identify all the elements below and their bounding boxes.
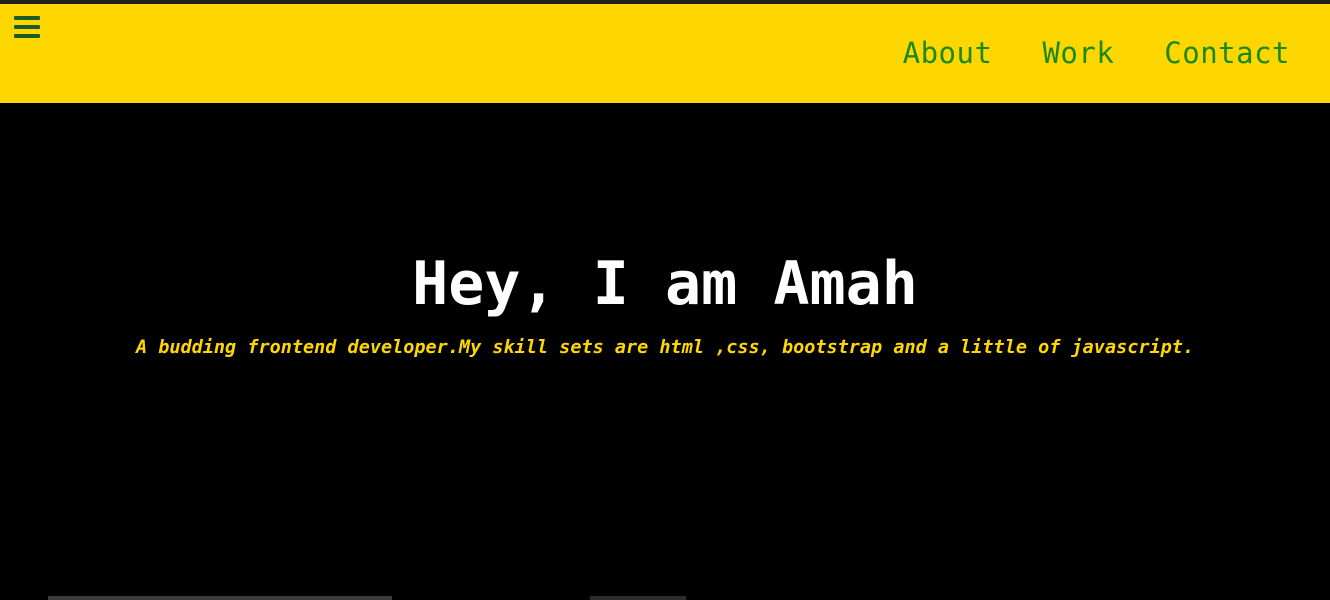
nav-link-work[interactable]: Work bbox=[1042, 36, 1114, 70]
nav-link-about[interactable]: About bbox=[903, 36, 993, 70]
hero-subtitle: A budding frontend developer.My skill se… bbox=[135, 337, 1195, 358]
hamburger-bar bbox=[14, 25, 40, 29]
nav-link-contact[interactable]: Contact bbox=[1164, 36, 1290, 70]
bottom-edge-bar bbox=[48, 596, 392, 600]
hamburger-menu-icon[interactable] bbox=[14, 16, 40, 38]
nav-links: About Work Contact bbox=[903, 36, 1290, 70]
hero-section: Hey, I am Amah A budding frontend develo… bbox=[0, 103, 1330, 600]
bottom-edge-bar bbox=[590, 596, 686, 600]
hamburger-bar bbox=[14, 34, 40, 38]
hamburger-bar bbox=[14, 16, 40, 20]
hero-title: Hey, I am Amah bbox=[412, 249, 918, 319]
navbar: About Work Contact bbox=[0, 4, 1330, 103]
